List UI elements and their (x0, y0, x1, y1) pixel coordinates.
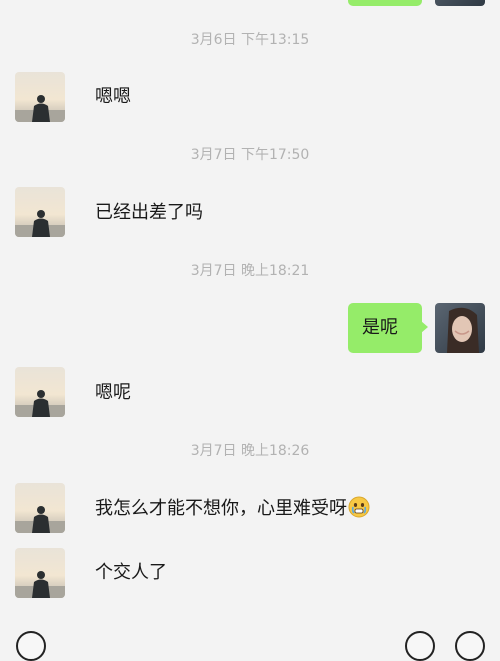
timestamp: 3月7日 下午17:50 (190, 147, 310, 163)
crying-face-icon (348, 496, 370, 526)
incoming-message[interactable]: 嗯嗯 (95, 84, 131, 110)
contact-avatar[interactable] (15, 548, 65, 598)
outgoing-message[interactable]: 是呢 (348, 303, 428, 353)
voice-icon[interactable] (16, 631, 46, 661)
incoming-message[interactable]: 嗯呢 (95, 380, 131, 406)
incoming-message[interactable]: 个交人了 (95, 560, 167, 586)
my-avatar[interactable] (435, 0, 485, 6)
timestamp: 3月6日 下午13:15 (190, 32, 310, 48)
my-avatar[interactable] (435, 303, 485, 353)
incoming-message[interactable]: 我怎么才能不想你，心里难受呀 (95, 496, 370, 526)
contact-avatar[interactable] (15, 72, 65, 122)
emoji-icon[interactable] (405, 631, 435, 661)
timestamp: 3月7日 晚上18:26 (190, 443, 310, 459)
incoming-message-text: 我怎么才能不想你，心里难受呀 (95, 498, 347, 519)
partial-outgoing-bubble[interactable] (348, 0, 422, 6)
contact-avatar[interactable] (15, 483, 65, 533)
timestamp: 3月7日 晚上18:21 (190, 263, 310, 279)
add-icon[interactable] (455, 631, 485, 661)
incoming-message[interactable]: 已经出差了吗 (95, 200, 203, 226)
contact-avatar[interactable] (15, 187, 65, 237)
contact-avatar[interactable] (15, 367, 65, 417)
